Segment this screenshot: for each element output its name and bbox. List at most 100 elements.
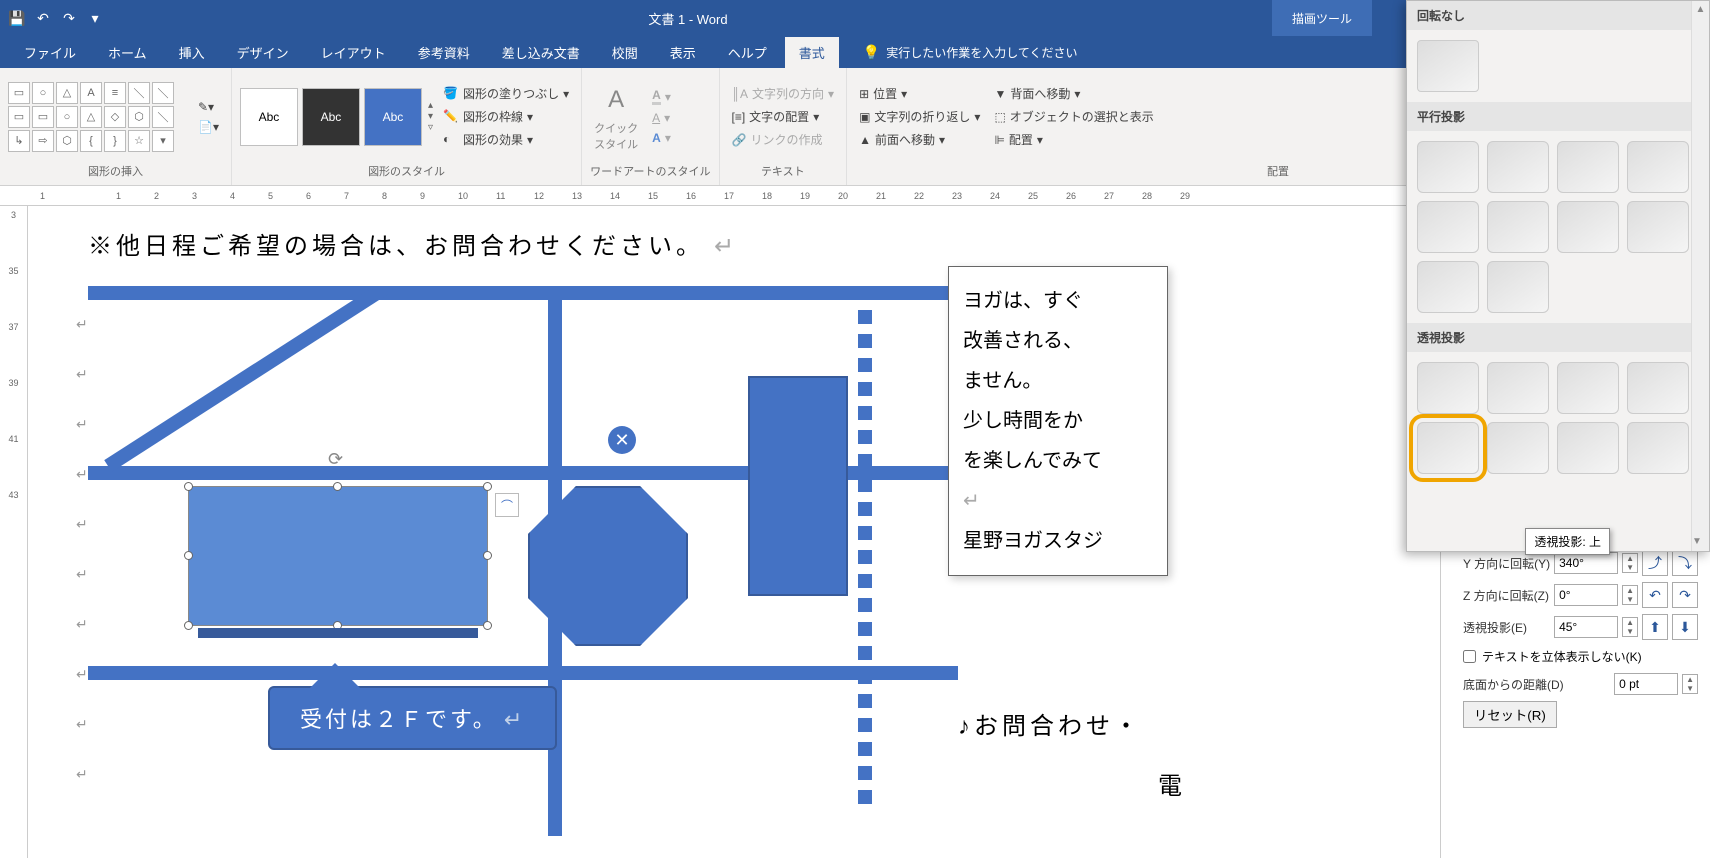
preset-parallel-2[interactable] — [1487, 141, 1549, 193]
text-direction-button[interactable]: ║A 文字列の方向 ▾ — [728, 83, 839, 104]
wrap-text-button[interactable]: ▣ 文字列の折り返し ▾ — [855, 106, 984, 127]
preset-no-rotation[interactable] — [1417, 40, 1479, 92]
perspective-up-icon[interactable]: ⬆ — [1642, 614, 1668, 640]
contextual-tab-label: 描画ツール — [1272, 0, 1372, 36]
reset-button[interactable]: リセット(R) — [1463, 701, 1557, 728]
shape-circle[interactable]: ✕ — [608, 426, 636, 454]
tab-file[interactable]: ファイル — [10, 37, 90, 68]
tell-me[interactable]: 💡 実行したい作業を入力してください — [843, 44, 1078, 61]
preset-parallel-6[interactable] — [1487, 201, 1549, 253]
tab-design[interactable]: デザイン — [223, 37, 303, 68]
z-rotate-ccw-icon[interactable]: ↶ — [1642, 582, 1668, 608]
text-box-button[interactable]: 📄▾ — [194, 118, 223, 136]
preset-perspective-4[interactable] — [1627, 362, 1689, 414]
preset-perspective-8[interactable] — [1627, 422, 1689, 474]
preset-parallel-1[interactable] — [1417, 141, 1479, 193]
shape-textbox[interactable]: ヨガは、すぐ改善される、ません。少し時間をかを楽しんでみて↵星野ヨガスタジ — [948, 266, 1168, 576]
z-rotation-spinner[interactable]: ▲▼ — [1622, 585, 1638, 605]
bring-forward-button[interactable]: ▲ 前面へ移動 ▾ — [855, 129, 984, 150]
create-link-button[interactable]: 🔗 リンクの作成 — [728, 129, 839, 150]
style-dark[interactable]: Abc — [302, 88, 360, 146]
keep-text-flat-checkbox[interactable]: テキストを立体表示しない(K) — [1463, 648, 1698, 665]
tab-help[interactable]: ヘルプ — [714, 37, 781, 68]
y-rotate-down-icon[interactable]: ⤵ — [1672, 550, 1698, 576]
preset-tooltip: 透視投影: 上 — [1525, 528, 1610, 555]
group-label-text: テキスト — [728, 161, 839, 181]
y-rotation-label: Y 方向に回転(Y) — [1463, 555, 1550, 572]
shape-fill-button[interactable]: 🪣図形の塗りつぶし ▾ — [439, 83, 573, 104]
gallery-scrollbar[interactable]: ▲▼ — [1691, 1, 1709, 551]
shape-callout[interactable]: 受付は２Ｆです。↵ — [268, 686, 557, 750]
tab-review[interactable]: 校閲 — [598, 37, 652, 68]
tab-mailings[interactable]: 差し込み文書 — [488, 37, 594, 68]
preset-perspective-above[interactable] — [1417, 422, 1479, 474]
selection-pane-button[interactable]: ⬚ オブジェクトの選択と表示 — [990, 106, 1157, 127]
preset-perspective-3[interactable] — [1557, 362, 1619, 414]
style-gallery-more[interactable]: ▴▾▿ — [428, 100, 433, 133]
preset-perspective-2[interactable] — [1487, 362, 1549, 414]
document-canvas[interactable]: ※他日程ご希望の場合は、お問合わせください。↵ ⟳ ⌒ ✕ — [28, 206, 1440, 858]
vertical-ruler[interactable]: 33537394143 — [0, 206, 28, 858]
shape-octagon[interactable] — [528, 486, 688, 646]
shape-effects-button[interactable]: ◐図形の効果 ▾ — [439, 129, 573, 150]
preset-parallel-4[interactable] — [1627, 141, 1689, 193]
qat-customize-icon[interactable]: ▾ — [86, 9, 104, 27]
shape-gallery[interactable]: ▭○△A≡＼＼ ▭▭○△◇⬡＼ ↳⇨⬡{}☆▾ — [8, 82, 188, 152]
wordart-a-icon: A — [598, 82, 634, 118]
style-blue[interactable]: Abc — [364, 88, 422, 146]
align-button[interactable]: ⊫ 配置 ▾ — [990, 129, 1157, 150]
rotation-handle-icon[interactable]: ⟳ — [328, 449, 348, 469]
shape-tall-rect[interactable] — [748, 376, 848, 596]
group-label-styles: 図形のスタイル — [240, 161, 573, 181]
distance-input[interactable] — [1614, 673, 1678, 695]
tab-home[interactable]: ホーム — [94, 37, 161, 68]
distance-spinner[interactable]: ▲▼ — [1682, 674, 1698, 694]
tab-insert[interactable]: 挿入 — [165, 37, 219, 68]
save-icon[interactable]: 💾 — [8, 9, 26, 27]
position-button[interactable]: ⊞ 位置 ▾ — [855, 83, 984, 104]
z-rotation-input[interactable] — [1554, 584, 1618, 606]
flat-text-check[interactable] — [1463, 650, 1476, 663]
y-rotation-spinner[interactable]: ▲▼ — [1622, 553, 1638, 573]
z-rotation-label: Z 方向に回転(Z) — [1463, 587, 1550, 604]
send-backward-button[interactable]: ▼ 背面へ移動 ▾ — [990, 83, 1157, 104]
preset-perspective-6[interactable] — [1487, 422, 1549, 474]
y-rotation-input[interactable] — [1554, 552, 1618, 574]
layout-options-icon[interactable]: ⌒ — [495, 493, 519, 517]
undo-icon[interactable]: ↶ — [34, 9, 52, 27]
perspective-input[interactable] — [1554, 616, 1618, 638]
text-effects-button[interactable]: A ▾ — [648, 129, 675, 147]
preset-parallel-3[interactable] — [1557, 141, 1619, 193]
z-rotate-cw-icon[interactable]: ↷ — [1672, 582, 1698, 608]
preset-parallel-7[interactable] — [1557, 201, 1619, 253]
shape-outline-button[interactable]: ✏️図形の枠線 ▾ — [439, 106, 573, 127]
align-text-button[interactable]: [≡] 文字の配置 ▾ — [728, 106, 839, 127]
tell-me-placeholder: 実行したい作業を入力してください — [886, 44, 1077, 61]
tab-references[interactable]: 参考資料 — [404, 37, 484, 68]
tab-layout[interactable]: レイアウト — [307, 37, 400, 68]
preset-parallel-9[interactable] — [1417, 261, 1479, 313]
group-text: ║A 文字列の方向 ▾ [≡] 文字の配置 ▾ 🔗 リンクの作成 テキスト — [720, 68, 848, 185]
selected-shape-rectangle[interactable]: ⟳ ⌒ — [188, 486, 488, 626]
shape-dotted-line[interactable] — [858, 286, 872, 836]
y-rotate-up-icon[interactable]: ⤴ — [1642, 550, 1668, 576]
style-gallery[interactable]: Abc Abc Abc — [240, 88, 422, 146]
doc-paragraph-2: ♪お問合わせ・ — [958, 706, 1142, 741]
perspective-spinner[interactable]: ▲▼ — [1622, 617, 1638, 637]
preset-parallel-10[interactable] — [1487, 261, 1549, 313]
quick-styles-button[interactable]: A クイック スタイル — [590, 78, 642, 156]
text-outline-button[interactable]: A ▾ — [648, 109, 675, 127]
preset-perspective-7[interactable] — [1557, 422, 1619, 474]
tab-view[interactable]: 表示 — [656, 37, 710, 68]
style-outline[interactable]: Abc — [240, 88, 298, 146]
perspective-down-icon[interactable]: ⬇ — [1672, 614, 1698, 640]
tab-format[interactable]: 書式 — [785, 37, 839, 68]
edit-shape-button[interactable]: ✎▾ — [194, 98, 223, 116]
quick-access-toolbar: 💾 ↶ ↷ ▾ — [8, 9, 104, 27]
redo-icon[interactable]: ↷ — [60, 9, 78, 27]
text-fill-button[interactable]: A ▾ — [648, 86, 675, 107]
group-shape-styles: Abc Abc Abc ▴▾▿ 🪣図形の塗りつぶし ▾ ✏️図形の枠線 ▾ ◐図… — [232, 68, 582, 185]
preset-parallel-5[interactable] — [1417, 201, 1479, 253]
preset-perspective-1[interactable] — [1417, 362, 1479, 414]
preset-parallel-8[interactable] — [1627, 201, 1689, 253]
